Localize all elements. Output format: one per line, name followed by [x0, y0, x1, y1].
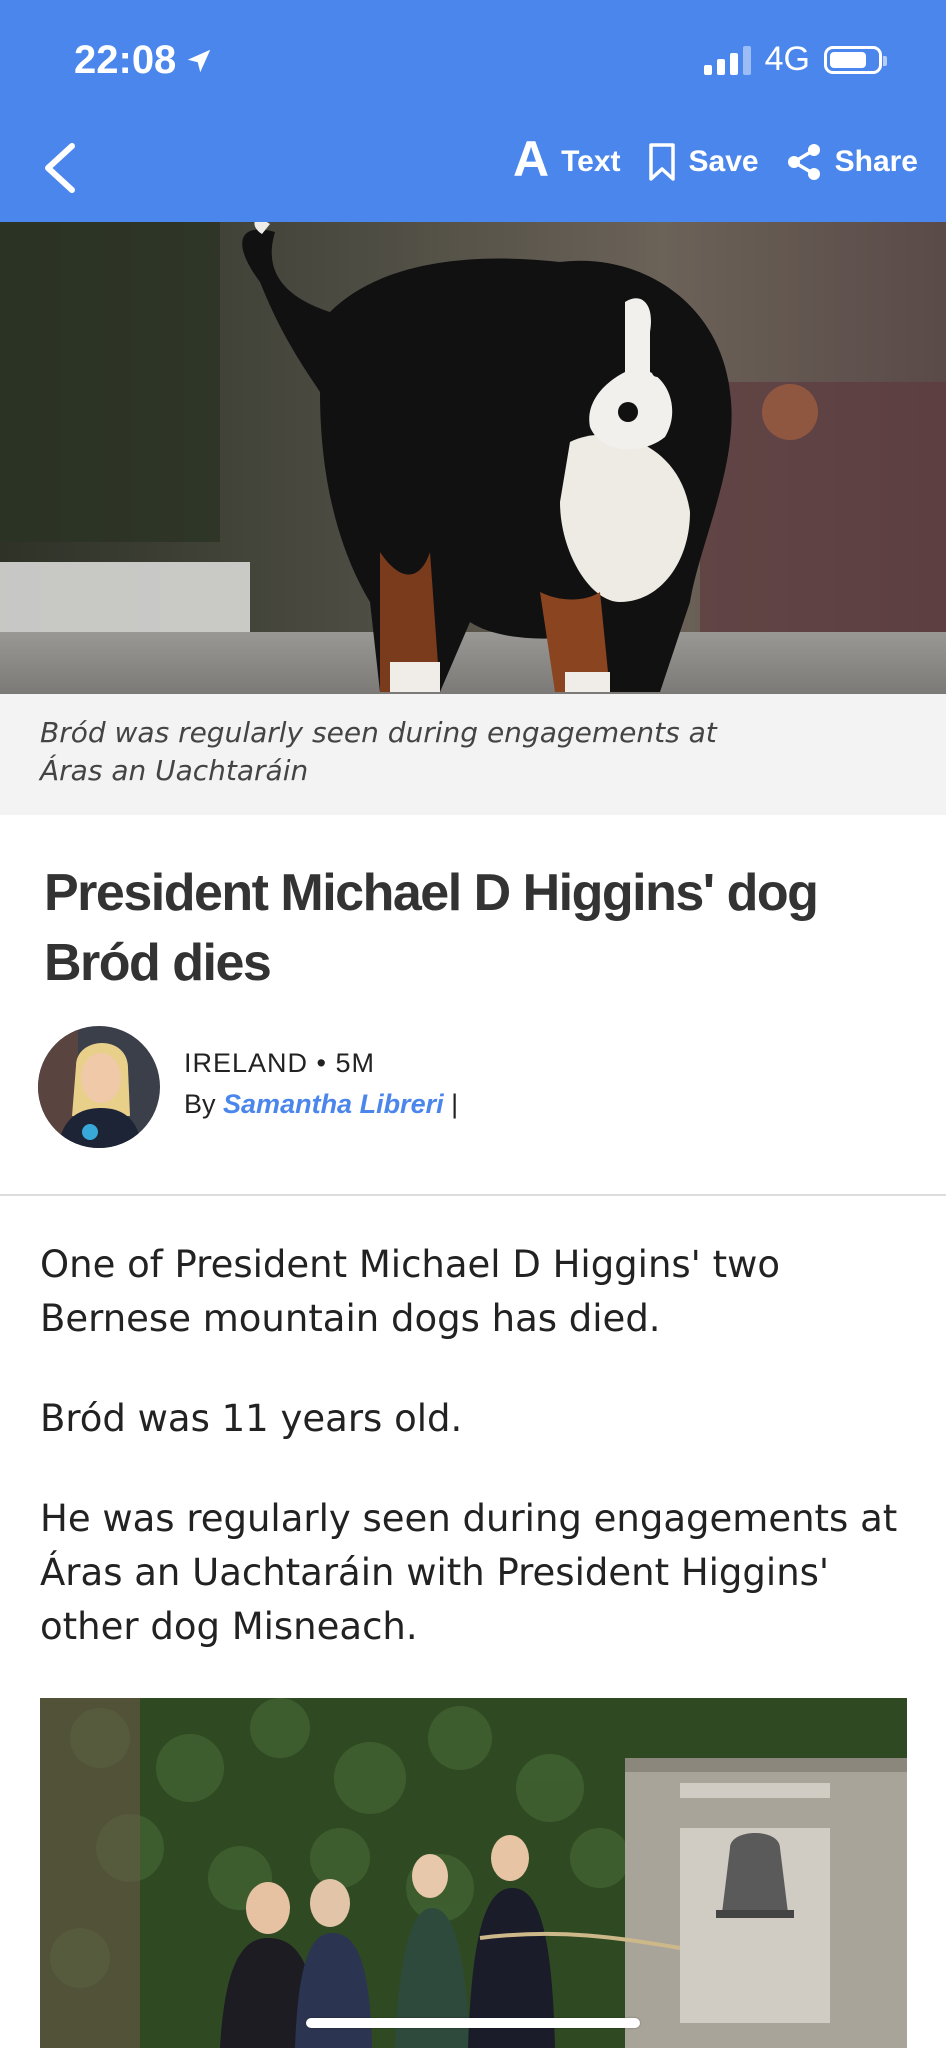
- text-size-icon: A: [512, 131, 550, 187]
- status-time: 22:08: [74, 38, 214, 83]
- article-age: 5M: [335, 1048, 376, 1078]
- paragraph: One of President Michael D Higgins' two …: [40, 1243, 781, 1340]
- article-body: One of President Michael D Higgins' two …: [40, 1238, 910, 1700]
- by-prefix: By: [184, 1089, 216, 1119]
- status-indicators: 4G: [703, 40, 887, 79]
- author-link[interactable]: Samantha Libreri: [223, 1089, 444, 1119]
- bookmark-icon: [648, 143, 675, 181]
- byline: By Samantha Libreri |: [184, 1089, 458, 1120]
- dog-photo: [0, 222, 946, 694]
- author-avatar[interactable]: [38, 1026, 160, 1148]
- group-photo: [40, 1698, 907, 2048]
- save-label: Save: [688, 145, 759, 178]
- share-icon: [787, 144, 820, 180]
- network-type: 4G: [764, 40, 810, 78]
- paragraph: He was regularly seen during engagements…: [40, 1497, 898, 1648]
- battery-icon: [824, 45, 887, 74]
- section-label[interactable]: IRELAND: [184, 1048, 308, 1078]
- hero-image: [0, 222, 946, 694]
- location-arrow-icon: [188, 49, 211, 72]
- share-label: Share: [834, 145, 918, 178]
- article-actions: A Text Save Share: [513, 134, 918, 184]
- time-label: 22:08: [74, 38, 177, 82]
- caption-box: Bród was regularly seen during engagemen…: [0, 694, 946, 815]
- meta-separator: •: [316, 1048, 327, 1078]
- chevron-left-icon: [45, 143, 75, 193]
- top-bar: 22:08 4G A Text Save Share: [0, 0, 946, 222]
- author-block: IRELAND • 5M By Samantha Libreri |: [38, 1026, 898, 1152]
- paragraph: Bród was 11 years old.: [40, 1397, 463, 1440]
- back-button[interactable]: [38, 138, 82, 198]
- article-photo[interactable]: [40, 1698, 907, 2048]
- save-button[interactable]: Save: [647, 142, 759, 182]
- share-button[interactable]: Share: [785, 142, 918, 182]
- home-indicator[interactable]: [306, 2018, 640, 2028]
- article-meta: IRELAND • 5M By Samantha Libreri |: [184, 1048, 458, 1120]
- image-caption: Bród was regularly seen during engagemen…: [40, 716, 717, 787]
- text-size-label: Text: [561, 145, 621, 178]
- divider: [0, 1194, 946, 1196]
- author-photo: [38, 1026, 160, 1148]
- byline-separator: |: [451, 1089, 459, 1119]
- text-size-button[interactable]: A Text: [513, 134, 621, 184]
- signal-strength-icon: [703, 45, 751, 75]
- section-age: IRELAND • 5M: [184, 1048, 458, 1079]
- article-headline: President Michael D Higgins' dog Bród di…: [44, 864, 819, 992]
